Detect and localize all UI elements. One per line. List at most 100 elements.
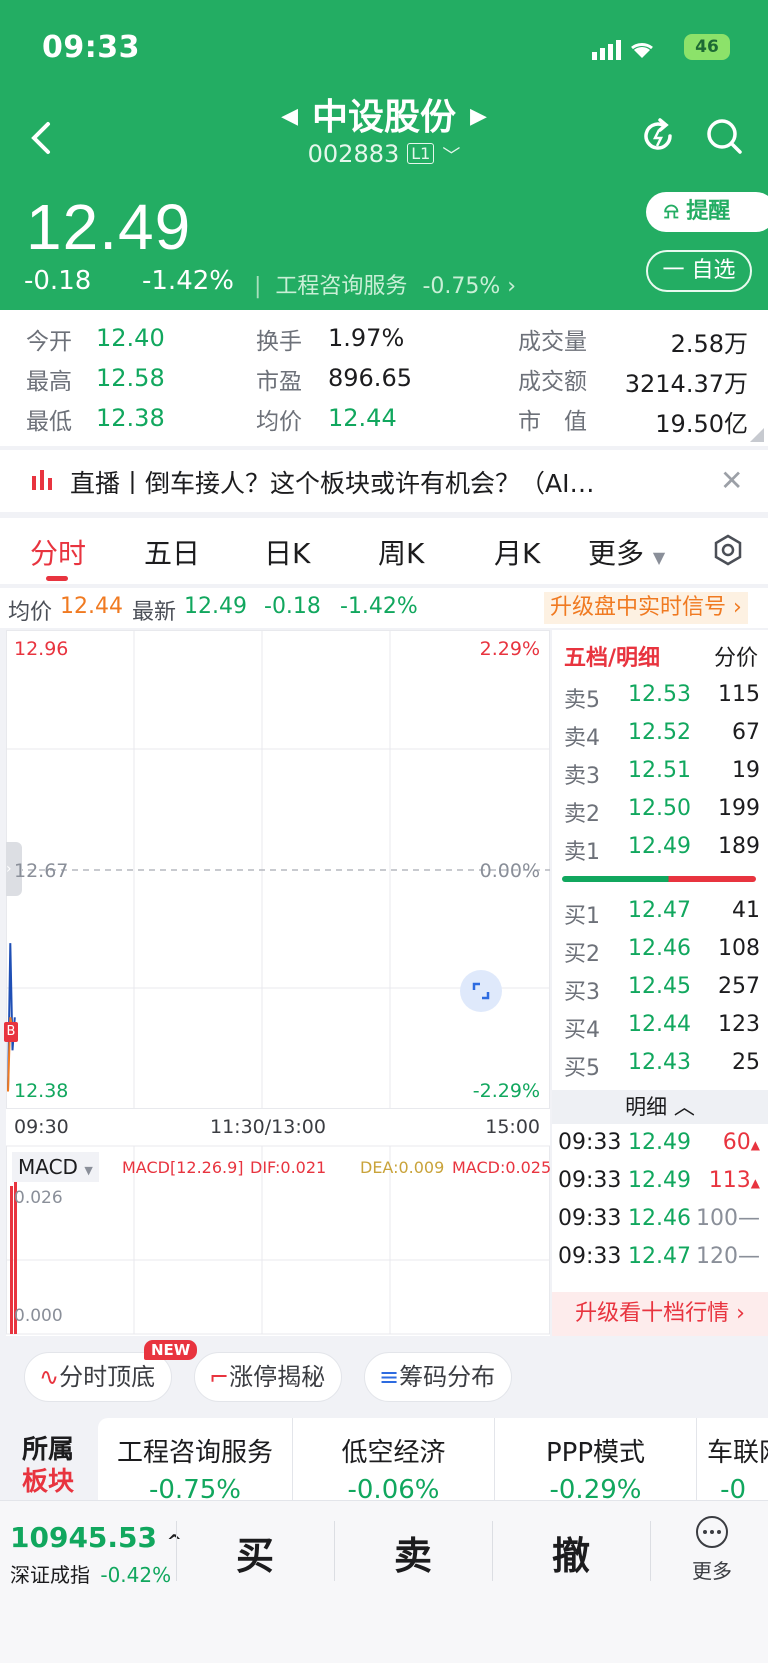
y-high-label: 12.96 [14, 638, 69, 660]
battery-icon: 46 [684, 34, 730, 60]
tool-chip-distribution[interactable]: ≡筹码分布 [364, 1352, 513, 1402]
tab-five-day[interactable]: 五日 [144, 532, 200, 572]
watchlist-button[interactable]: 一 自选 [646, 250, 752, 292]
tab-weekly-k[interactable]: 周K [378, 532, 424, 572]
level-badge: L1 [407, 143, 435, 164]
sector-item[interactable]: 工程咨询服务 -0.75% [98, 1418, 292, 1500]
latest-label: 最新 [132, 600, 177, 625]
stat-value: 19.50亿 [655, 410, 748, 438]
chevron-up-icon: ^ [166, 1531, 182, 1552]
macd-value: MACD:0.025 [452, 1158, 552, 1177]
change-value: -0.18 [264, 594, 321, 619]
index-widget[interactable]: 10945.53 ^ [10, 1521, 182, 1554]
refresh-icon[interactable] [638, 116, 678, 156]
up-arrow-icon: ▲ [750, 1176, 760, 1190]
cancel-order-button[interactable]: 撤 [552, 1525, 590, 1580]
more-dots-icon [696, 1516, 728, 1548]
intraday-chart[interactable]: › 12.96 12.67 12.38 2.29% 0.00% -2.29% B… [4, 630, 552, 1336]
stat-value: 12.58 [96, 364, 165, 392]
trade-bar: 10945.53 ^ 深证成指 -0.42% 买 卖 撤 更多 [0, 1500, 768, 1663]
chevron-up-icon: ︿ [673, 1095, 695, 1119]
stat-label: 成交额 [518, 369, 587, 395]
expand-corner-icon[interactable] [750, 428, 764, 442]
stat-value: 12.38 [96, 404, 165, 432]
stat-label: 市盈 [256, 369, 302, 395]
upgrade-signal-button[interactable]: 升级盘中实时信号 › [544, 592, 748, 624]
index-info: 深证成指 -0.42% [10, 1559, 171, 1588]
price-summary-row: 均价 12.44 最新 12.49 -0.18 -1.42% 升级盘中实时信号 … [0, 588, 768, 628]
macd-top-label: 0.026 [14, 1188, 63, 1208]
stat-label: 换手 [256, 329, 302, 355]
latest-value: 12.49 [184, 594, 247, 619]
orderbook-tab-five-level[interactable]: 五档/明细 [564, 640, 660, 672]
search-icon[interactable] [704, 116, 744, 156]
stat-label: 成交量 [518, 329, 587, 355]
sector-strip: 所属 板块 工程咨询服务 -0.75% 低空经济 -0.06% PPP模式 -0… [0, 1418, 768, 1500]
macd-selector[interactable]: MACD ▼ [12, 1152, 99, 1182]
pct-low-label: -2.29% [472, 1080, 540, 1102]
upgrade-ten-level-button[interactable]: 升级看十档行情 › [552, 1292, 768, 1336]
stock-name: 中设股份 [311, 97, 456, 138]
avg-value: 12.44 [60, 594, 123, 619]
sector-link[interactable]: | 工程咨询服务 -0.75% › [254, 268, 516, 300]
stock-code: 002883 [307, 140, 400, 168]
stock-header: 09:33 46 ◀ 中设股份 ▶ 002883 L1 ﹀ 12.49 -0.18 -1… [0, 0, 768, 310]
tab-more[interactable]: 更多 ▼ [588, 532, 665, 572]
index-value: 10945.53 [10, 1521, 158, 1554]
sell-button[interactable]: 卖 [394, 1525, 432, 1580]
more-button[interactable]: 更多 [680, 1515, 744, 1584]
chips-icon: ≡ [379, 1363, 400, 1391]
tab-monthly-k[interactable]: 月K [494, 532, 540, 572]
bell-icon: ⍾ [664, 199, 679, 224]
settings-icon[interactable] [712, 534, 744, 566]
prev-stock-icon[interactable]: ◀ [281, 104, 298, 129]
stat-value: 3214.37万 [624, 370, 748, 398]
status-icons [592, 40, 653, 60]
stat-label: 均价 [256, 409, 302, 435]
tool-limit-up-secrets[interactable]: ⌐涨停揭秘 [194, 1352, 343, 1402]
tab-intraday[interactable]: 分时 [30, 532, 86, 572]
current-price: 12.49 [26, 191, 192, 263]
stat-label: 市 值 [518, 409, 587, 435]
index-name: 深证成指 [10, 1563, 90, 1587]
remind-button[interactable]: ⍾ 提醒 [646, 192, 768, 232]
stat-value: 1.97% [328, 324, 405, 352]
stat-value: 12.44 [328, 404, 397, 432]
stat-label: 最低 [26, 409, 72, 435]
stats-panel: 今开 12.40 换手 1.97% 成交量 2.58万 最高 12.58 市盈 … [0, 310, 768, 446]
chevron-down-icon: ﹀ [442, 146, 461, 167]
buy-button[interactable]: 买 [236, 1525, 274, 1580]
caret-down-icon: ▼ [652, 548, 666, 567]
news-text: 直播丨倒车接人？这个板块或许有机会？（AI… [70, 469, 595, 498]
sector-item[interactable]: PPP模式 -0.29% [494, 1418, 696, 1500]
stat-value: 896.65 [328, 364, 412, 392]
sector-item[interactable]: 低空经济 -0.06% [292, 1418, 494, 1500]
stat-label: 最高 [26, 369, 72, 395]
price-change-pct: -1.42% [142, 266, 234, 296]
news-banner[interactable]: 直播丨倒车接人？这个板块或许有机会？（AI… ✕ [0, 450, 768, 512]
next-stock-icon[interactable]: ▶ [470, 104, 487, 129]
pct-high-label: 2.29% [479, 638, 540, 660]
detail-toggle[interactable]: 明细 ︿ [552, 1090, 768, 1124]
orderbook-tab-price[interactable]: 分价 [714, 640, 758, 672]
up-arrow-icon: ▲ [750, 1138, 760, 1152]
status-time: 09:33 [42, 30, 140, 65]
stat-value: 2.58万 [670, 330, 748, 358]
x-start-label: 09:30 [14, 1116, 69, 1138]
stat-label: 今开 [26, 329, 72, 355]
fullscreen-icon[interactable] [460, 970, 502, 1012]
price-change: -0.18 [24, 266, 92, 296]
active-tab-indicator [46, 576, 68, 581]
close-icon[interactable]: ✕ [720, 464, 743, 497]
sector-item[interactable]: 车联网 -0 [696, 1418, 768, 1500]
chevron-right-icon: › [507, 274, 517, 299]
bid-ask-ratio-bar [562, 876, 756, 882]
trend-icon: ∿ [39, 1363, 60, 1391]
limit-up-icon: ⌐ [209, 1363, 230, 1391]
macd-zero-label: 0.000 [14, 1306, 63, 1326]
live-bars-icon [32, 470, 52, 490]
chart-tabs: 分时 五日 日K 周K 月K 更多 ▼ [0, 518, 768, 584]
dea-value: DEA:0.009 [360, 1158, 445, 1177]
pct-mid-label: 0.00% [479, 860, 540, 882]
tab-daily-k[interactable]: 日K [264, 532, 310, 572]
